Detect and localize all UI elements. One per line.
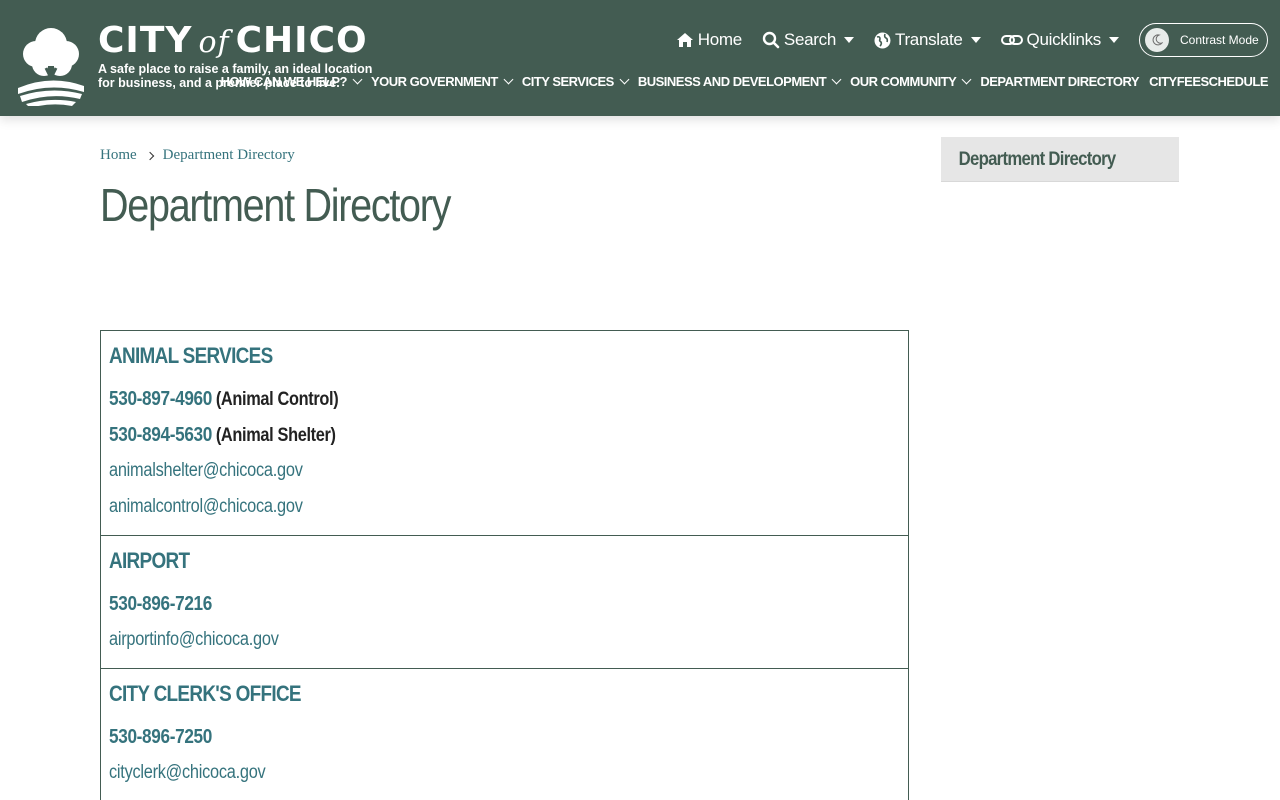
department-name: CITY CLERK'S OFFICE [109, 681, 302, 706]
department-cell: CITY CLERK'S OFFICE 530-896-7250 citycle… [100, 668, 909, 800]
department-table: ANIMAL SERVICES 530-897-4960 (Animal Con… [100, 330, 909, 800]
department-cell: ANIMAL SERVICES 530-897-4960 (Animal Con… [100, 330, 909, 536]
search-dropdown[interactable]: Search [762, 30, 854, 50]
quicklinks-dropdown[interactable]: Quicklinks [1000, 30, 1119, 50]
home-icon [676, 33, 693, 47]
contrast-mode-toggle[interactable]: Contrast Mode [1139, 23, 1268, 57]
email-line: animalcontrol@chicoca.gov [109, 489, 789, 525]
email-line: cityclerk@chicoca.gov [109, 755, 789, 791]
utility-nav: Home Search Translate Quicklinks Contras… [656, 22, 1268, 58]
breadcrumb: Home Department Directory [100, 147, 295, 164]
chevron-down-icon [352, 74, 363, 84]
table-row: ANIMAL SERVICES 530-897-4960 (Animal Con… [100, 330, 909, 536]
nav-city-fee-schedule[interactable]: CITYFEESCHEDULE [1149, 74, 1268, 89]
phone-line: 530-896-7216 [109, 586, 789, 622]
nav-department-directory[interactable]: DEPARTMENT DIRECTORY [980, 74, 1139, 89]
chevron-right-icon [145, 151, 154, 160]
home-link[interactable]: Home [676, 30, 742, 50]
chevron-down-icon [970, 37, 981, 43]
email-line: animalshelter@chicoca.gov [109, 453, 789, 489]
chevron-down-icon [619, 74, 630, 84]
chevron-down-icon [1109, 37, 1119, 43]
chevron-down-icon [843, 37, 854, 43]
nav-how-can-we-help[interactable]: HOW CAN WE HELP? [221, 74, 363, 89]
table-row: AIRPORT 530-896-7216 airportinfo@chicoca… [100, 535, 909, 669]
moon-icon [1152, 34, 1163, 46]
table-row: CITY CLERK'S OFFICE 530-896-7250 citycle… [100, 668, 909, 800]
breadcrumb-home-link[interactable]: Home [100, 147, 137, 164]
globe-icon [874, 32, 891, 48]
translate-dropdown[interactable]: Translate [874, 30, 981, 50]
department-name: ANIMAL SERVICES [109, 343, 273, 368]
nav-business-and-development[interactable]: BUSINESS AND DEVELOPMENT [638, 74, 842, 89]
tree-logo-icon [18, 28, 84, 106]
sidebar-item-department-directory[interactable]: Department Directory [941, 137, 1150, 183]
main-nav: HOW CAN WE HELP? YOUR GOVERNMENT CITY SE… [211, 70, 1269, 92]
phone-link[interactable]: 530-894-5630 [109, 424, 212, 446]
nav-our-community[interactable]: OUR COMMUNITY [850, 74, 972, 89]
phone-note: (Animal Shelter) [215, 425, 336, 446]
email-line: airportinfo@chicoca.gov [109, 622, 789, 658]
phone-link[interactable]: 530-896-7250 [109, 726, 212, 748]
phone-line: 530-897-4960 (Animal Control) [109, 381, 789, 417]
contrast-mode-label: Contrast Mode [1180, 33, 1259, 47]
toggle-knob [1145, 28, 1169, 52]
page-title: Department Directory [100, 179, 451, 231]
phone-line: 530-894-5630 (Animal Shelter) [109, 417, 789, 453]
chevron-down-icon [503, 74, 514, 84]
chevron-down-icon [831, 74, 842, 84]
email-link[interactable]: airportinfo@chicoca.gov [109, 629, 279, 650]
email-link[interactable]: cityclerk@chicoca.gov [109, 762, 266, 783]
phone-link[interactable]: 530-897-4960 [109, 388, 212, 410]
city-logo[interactable]: CITY of CHICO A safe place to raise a fami… [16, 20, 372, 110]
search-icon [762, 31, 780, 49]
email-link[interactable]: animalshelter@chicoca.gov [109, 460, 303, 481]
department-name: AIRPORT [109, 548, 190, 573]
phone-link[interactable]: 530-896-7216 [109, 593, 212, 615]
phone-line: 530-896-7250 [109, 719, 789, 755]
site-header: CITY of CHICO A safe place to raise a fami… [0, 0, 1280, 116]
chevron-down-icon [961, 74, 972, 84]
phone-note: (Animal Control) [215, 389, 339, 410]
sidebar-nav: Department Directory [941, 137, 1179, 182]
email-link[interactable]: animalcontrol@chicoca.gov [109, 496, 303, 517]
nav-your-government[interactable]: YOUR GOVERNMENT [371, 74, 514, 89]
nav-city-services[interactable]: CITY SERVICES [522, 74, 630, 89]
breadcrumb-current[interactable]: Department Directory [163, 147, 295, 164]
logo-title: CITY of CHICO [98, 20, 368, 61]
link-icon [1000, 35, 1023, 45]
department-cell: AIRPORT 530-896-7216 airportinfo@chicoca… [100, 535, 909, 669]
